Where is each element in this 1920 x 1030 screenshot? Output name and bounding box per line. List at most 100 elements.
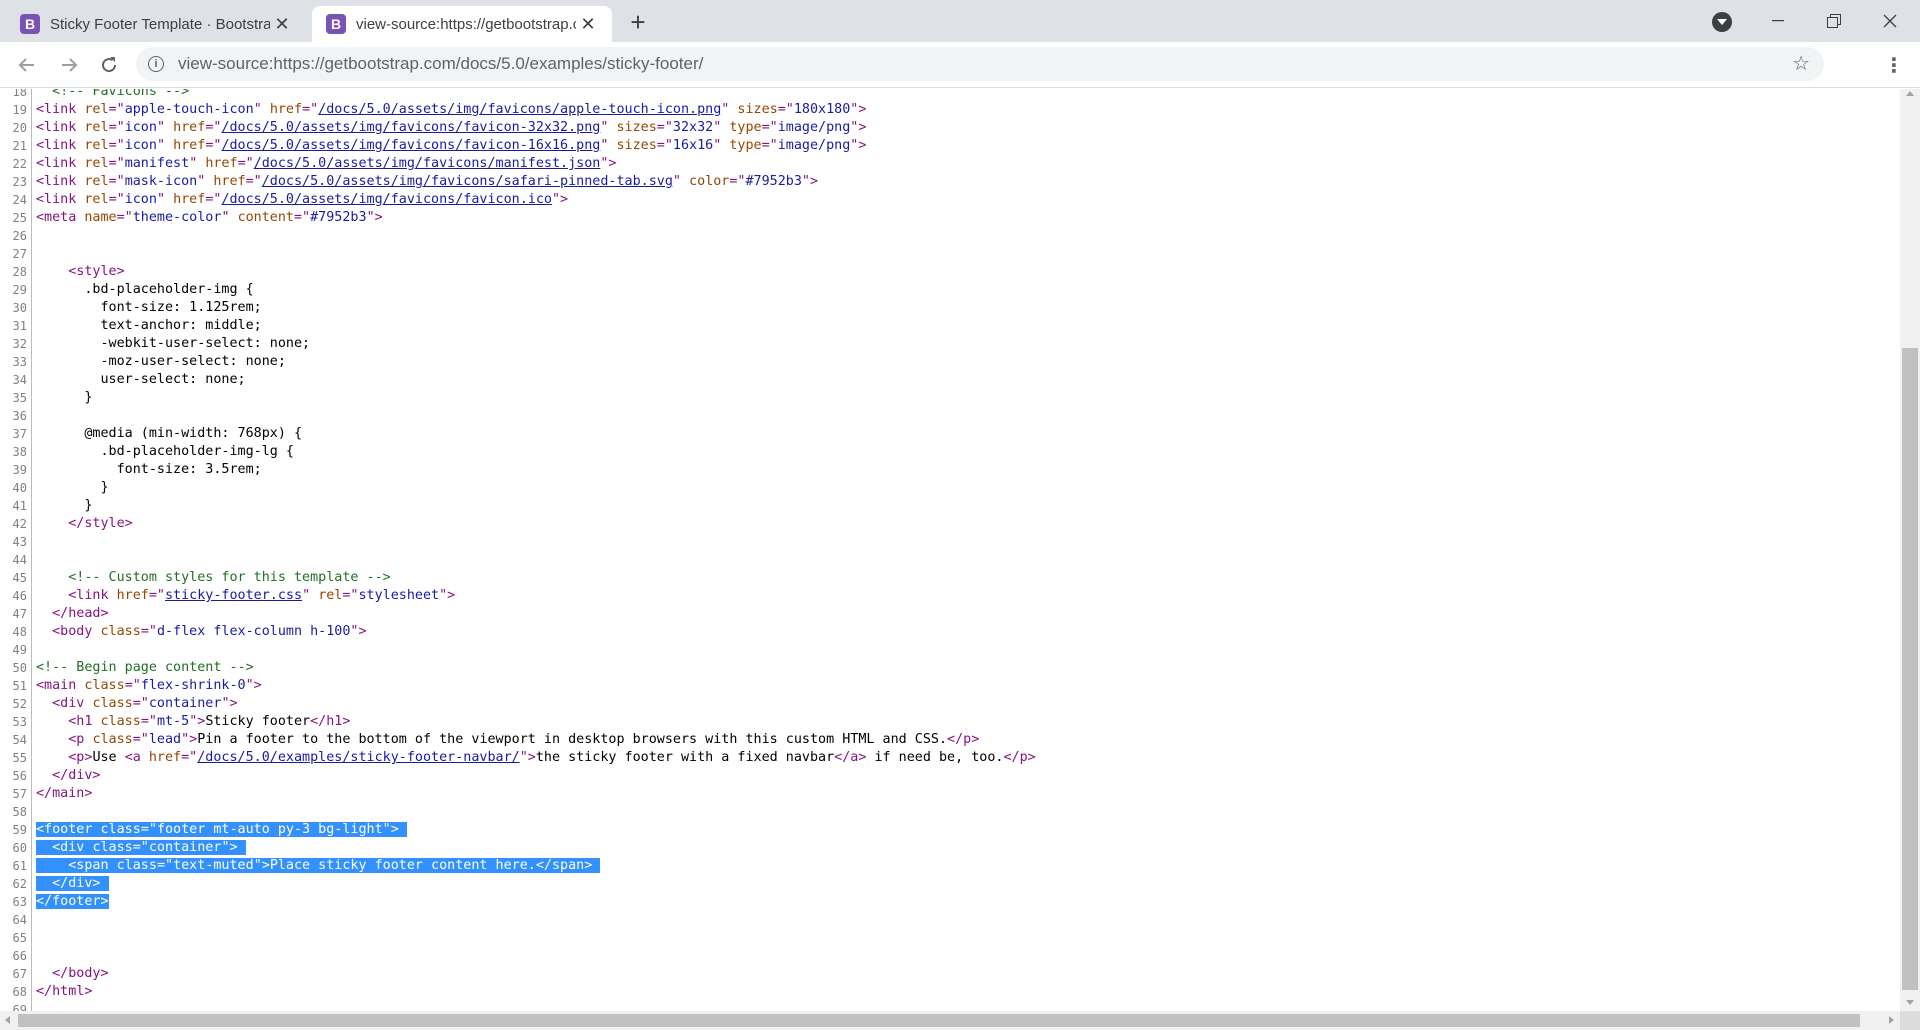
line-number: 47 (0, 605, 32, 623)
line-number: 65 (0, 929, 32, 947)
line-number: 39 (0, 461, 32, 479)
line-number: 50 (0, 659, 32, 677)
line-number: 52 (0, 695, 32, 713)
source-line: 27 (0, 245, 1036, 263)
scrollbar-corner (1900, 1011, 1920, 1030)
star-icon[interactable]: ☆ (1792, 51, 1810, 75)
source-line: 59 <footer class="footer mt-auto py-3 bg-… (0, 821, 1036, 839)
line-content: <div class="container"> (52, 696, 238, 711)
line-number: 62 (0, 875, 32, 893)
source-code: 18 <!-- Favicons --> 19 <link rel="apple-t… (0, 89, 1036, 1011)
scroll-left-arrow-icon[interactable] (5, 1016, 10, 1024)
line-content: <!-- Begin page content --> (36, 660, 254, 675)
minimize-glyph (1772, 20, 1784, 22)
close-icon[interactable]: ✕ (272, 14, 292, 35)
line-content: <link rel="manifest" href="/docs/5.0/ass… (36, 156, 617, 171)
bootstrap-logo-icon: B (326, 14, 346, 34)
reload-icon[interactable] (94, 50, 124, 80)
horizontal-scrollbar[interactable] (0, 1011, 1900, 1030)
line-content: .bd-placeholder-img-lg { (36, 444, 294, 459)
close-icon[interactable]: ✕ (578, 14, 598, 35)
scroll-down-arrow-icon[interactable] (1906, 1000, 1914, 1005)
line-number: 67 (0, 965, 32, 983)
line-content: <span class="text-muted">Place sticky fo… (36, 857, 601, 875)
line-number: 24 (0, 191, 32, 209)
url-text[interactable]: view-source:https://getbootstrap.com/doc… (178, 54, 703, 74)
source-line: 39 font-size: 3.5rem; (0, 461, 1036, 479)
line-number: 19 (0, 101, 32, 119)
line-number: 29 (0, 281, 32, 299)
source-line: 67 </body> (0, 965, 1036, 983)
line-number: 43 (0, 533, 32, 551)
source-line: 60 <div class="container"> (0, 839, 1036, 857)
line-content: } (36, 480, 109, 495)
profile-dropdown-icon[interactable] (1712, 12, 1732, 32)
source-line: 30 font-size: 1.125rem; (0, 299, 1036, 317)
line-content: <!-- Custom styles for this template --> (68, 570, 391, 585)
info-icon[interactable]: i (148, 56, 164, 72)
close-window-icon[interactable] (1862, 0, 1918, 42)
source-line: 24 <link rel="icon" href="/docs/5.0/asset… (0, 191, 1036, 209)
kebab-menu-icon[interactable]: ⋮ (1882, 50, 1906, 80)
back-glyph (18, 58, 34, 72)
line-number: 55 (0, 749, 32, 767)
source-line: 40 } (0, 479, 1036, 497)
line-number: 49 (0, 641, 32, 659)
line-number: 30 (0, 299, 32, 317)
line-number: 35 (0, 389, 32, 407)
source-line: 49 (0, 641, 1036, 659)
line-content: } (36, 498, 93, 513)
line-number: 37 (0, 425, 32, 443)
vertical-scroll-thumb[interactable] (1902, 348, 1918, 990)
line-number: 33 (0, 353, 32, 371)
vertical-scrollbar[interactable] (1900, 89, 1920, 1011)
browser-toolbar: i view-source:https://getbootstrap.com/d… (0, 42, 1920, 88)
line-number: 60 (0, 839, 32, 857)
address-bar[interactable]: i view-source:https://getbootstrap.com/d… (136, 47, 1824, 81)
reload-glyph (102, 57, 117, 73)
line-number: 51 (0, 677, 32, 695)
line-number: 26 (0, 227, 32, 245)
line-content: <link rel="icon" href="/docs/5.0/assets/… (36, 192, 569, 207)
minimize-icon[interactable] (1750, 0, 1806, 42)
source-line: 38 .bd-placeholder-img-lg { (0, 443, 1036, 461)
source-view[interactable]: 18 <!-- Favicons --> 19 <link rel="apple-t… (0, 89, 1900, 1011)
restore-icon[interactable] (1806, 0, 1862, 42)
line-content: </main> (36, 786, 93, 801)
arrow-left-icon[interactable] (12, 50, 42, 80)
line-content: <link href="sticky-footer.css" rel="styl… (68, 588, 456, 603)
line-number: 64 (0, 911, 32, 929)
line-number: 21 (0, 137, 32, 155)
scroll-right-arrow-icon[interactable] (1889, 1016, 1894, 1024)
source-line: 47 </head> (0, 605, 1036, 623)
line-content: </html> (36, 984, 93, 999)
line-number: 42 (0, 515, 32, 533)
line-content: </style> (68, 516, 133, 531)
horizontal-scroll-thumb[interactable] (18, 1014, 1860, 1027)
line-number: 63 (0, 893, 32, 911)
tab-sticky-footer-template[interactable]: B Sticky Footer Template · Bootstrap ✕ (6, 6, 306, 42)
tab-view-source[interactable]: B view-source:https://getbootstrap.com ✕ (312, 6, 612, 42)
line-number: 53 (0, 713, 32, 731)
source-line: 65 (0, 929, 1036, 947)
line-content: <footer class="footer mt-auto py-3 bg-li… (36, 821, 407, 839)
line-number: 46 (0, 587, 32, 605)
arrow-right-icon[interactable] (54, 50, 84, 80)
source-line: 22 <link rel="manifest" href="/docs/5.0/a… (0, 155, 1036, 173)
source-line: 19 <link rel="apple-touch-icon" href="/do… (0, 101, 1036, 119)
source-line: 53 <h1 class="mt-5">Sticky footer</h1> (0, 713, 1036, 731)
plus-icon[interactable]: + (624, 7, 652, 37)
source-line: 62 </div> (0, 875, 1036, 893)
source-line: 56 </div> (0, 767, 1036, 785)
line-content: <h1 class="mt-5">Sticky footer</h1> (68, 714, 351, 729)
tab-title: Sticky Footer Template · Bootstrap (50, 15, 270, 33)
line-number: 20 (0, 119, 32, 137)
source-line: 64 (0, 911, 1036, 929)
restore-glyph (1827, 14, 1841, 28)
line-content: font-size: 1.125rem; (36, 300, 262, 315)
line-number: 69 (0, 1001, 32, 1011)
line-number: 59 (0, 821, 32, 839)
line-number: 61 (0, 857, 32, 875)
scroll-up-arrow-icon[interactable] (1906, 91, 1914, 96)
source-line: 58 (0, 803, 1036, 821)
